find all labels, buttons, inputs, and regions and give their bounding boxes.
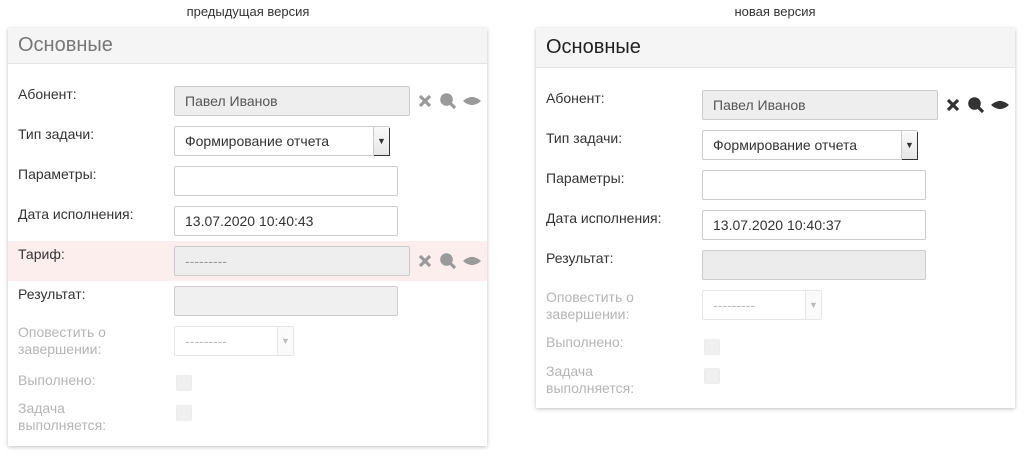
notify-select[interactable]: --------- ▼ <box>174 326 294 356</box>
subscriber-label: Абонент: <box>18 86 77 102</box>
panel-title: Основные <box>536 28 1015 68</box>
running-label: Задача выполняется: <box>18 400 107 433</box>
subscriber-field[interactable]: Павел Иванов <box>174 86 410 116</box>
params-label: Параметры: <box>18 166 97 182</box>
subscriber-actions <box>944 93 1009 117</box>
result-label: Результат: <box>18 286 86 302</box>
done-label: Выполнено: <box>546 334 624 350</box>
params-input[interactable] <box>174 166 398 196</box>
task-type-select[interactable]: Формирование отчета ▼ <box>174 126 390 156</box>
task-type-label: Тип задачи: <box>18 126 95 142</box>
date-input[interactable]: 13.07.2020 10:40:43 <box>174 206 398 236</box>
notify-value: --------- <box>713 297 755 313</box>
params-label: Параметры: <box>546 170 625 186</box>
date-label: Дата исполнения: <box>546 210 662 226</box>
search-icon[interactable] <box>439 252 457 270</box>
panel-title-text: Основные <box>18 34 113 56</box>
clear-icon[interactable] <box>416 252 434 270</box>
notify-value: --------- <box>185 333 227 349</box>
date-input[interactable]: 13.07.2020 10:40:37 <box>702 210 926 240</box>
subscriber-label: Абонент: <box>546 90 605 106</box>
running-checkbox[interactable] <box>704 368 720 384</box>
done-label: Выполнено: <box>18 372 96 388</box>
task-type-value: Формирование отчета <box>713 137 858 153</box>
chevron-down-icon[interactable]: ▼ <box>373 127 389 155</box>
notify-label: Оповестить о завершении: <box>18 324 106 357</box>
new-form-panel: Основные Абонент: Павел Иванов Тип задач… <box>536 28 1015 408</box>
tariff-actions <box>416 249 481 273</box>
params-input[interactable] <box>702 170 926 200</box>
running-checkbox[interactable] <box>176 405 192 421</box>
notify-select[interactable]: --------- ▼ <box>702 290 822 320</box>
result-field <box>174 286 398 316</box>
new-version-caption: новая версия <box>734 4 816 19</box>
subscriber-actions <box>416 89 481 113</box>
search-icon[interactable] <box>439 92 457 110</box>
chevron-down-icon[interactable]: ▼ <box>805 291 821 319</box>
tariff-label: Тариф: <box>18 246 65 262</box>
task-type-label: Тип задачи: <box>546 130 623 146</box>
old-version-caption: предыдущая версия <box>186 4 310 19</box>
done-checkbox[interactable] <box>176 375 192 391</box>
chevron-down-icon[interactable]: ▼ <box>277 327 293 355</box>
subscriber-field[interactable]: Павел Иванов <box>702 90 938 120</box>
clear-icon[interactable] <box>416 92 434 110</box>
result-field <box>702 250 926 280</box>
notify-label: Оповестить о завершении: <box>546 289 634 322</box>
task-type-select[interactable]: Формирование отчета ▼ <box>702 130 918 160</box>
view-icon[interactable] <box>462 252 481 270</box>
panel-title-text: Основные <box>546 36 641 58</box>
chevron-down-icon[interactable]: ▼ <box>901 131 917 159</box>
search-icon[interactable] <box>967 96 985 114</box>
done-checkbox[interactable] <box>704 339 720 355</box>
view-icon[interactable] <box>462 92 481 110</box>
old-form-panel: Основные Абонент: Павел Иванов Тип задач… <box>8 28 487 446</box>
date-label: Дата исполнения: <box>18 206 134 222</box>
task-type-value: Формирование отчета <box>185 133 330 149</box>
running-label: Задача выполняется: <box>546 363 635 396</box>
tariff-field[interactable]: --------- <box>174 246 410 276</box>
clear-icon[interactable] <box>944 96 962 114</box>
view-icon[interactable] <box>990 96 1009 114</box>
result-label: Результат: <box>546 250 614 266</box>
panel-title: Основные <box>8 28 487 64</box>
